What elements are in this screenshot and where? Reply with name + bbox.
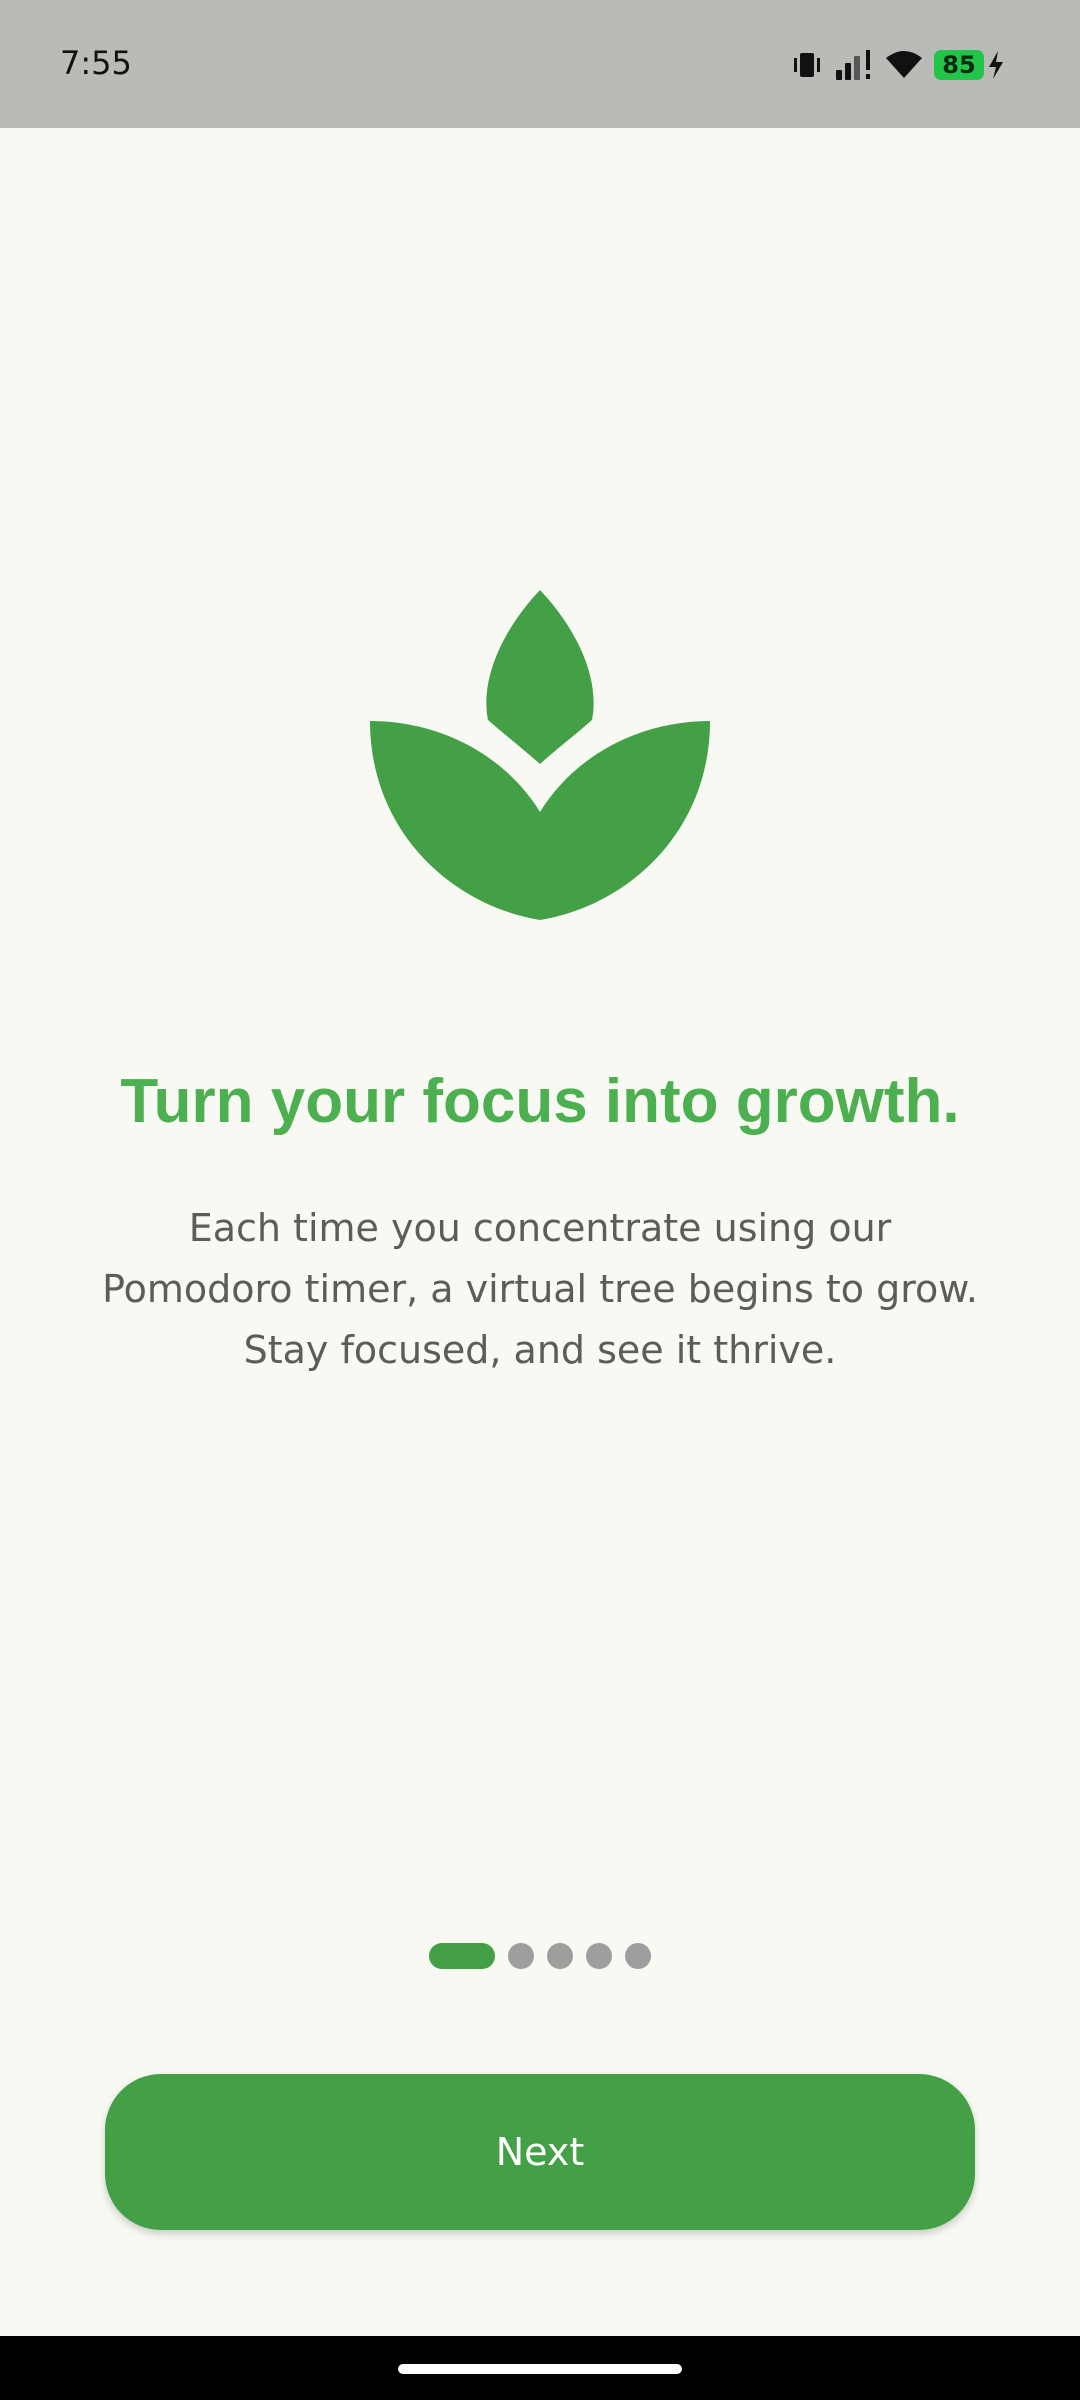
wifi-icon	[886, 51, 922, 78]
page-dot-2[interactable]	[508, 1943, 534, 1969]
vibrate-icon	[794, 53, 820, 77]
status-time: 7:55	[60, 44, 132, 82]
charging-icon	[989, 51, 1003, 79]
signal-icon	[836, 50, 870, 80]
battery-level: 85	[942, 51, 976, 79]
onboarding-description: Each time you concentrate using our Pomo…	[102, 1206, 978, 1372]
page-dot-4[interactable]	[586, 1943, 612, 1969]
page-dot-1-active[interactable]	[429, 1943, 495, 1969]
battery-icon: 85	[934, 50, 984, 80]
page-indicator	[0, 1942, 1080, 1970]
page-dot-3[interactable]	[547, 1943, 573, 1969]
home-indicator[interactable]	[398, 2364, 682, 2374]
page-dot-5[interactable]	[625, 1943, 651, 1969]
system-nav-bar	[0, 2336, 1080, 2400]
leaf-logo-icon	[370, 590, 710, 920]
next-button[interactable]: Next	[105, 2074, 975, 2230]
status-bar: 7:55 85	[0, 0, 1080, 128]
onboarding-headline: Turn your focus into growth.	[120, 1067, 960, 1136]
